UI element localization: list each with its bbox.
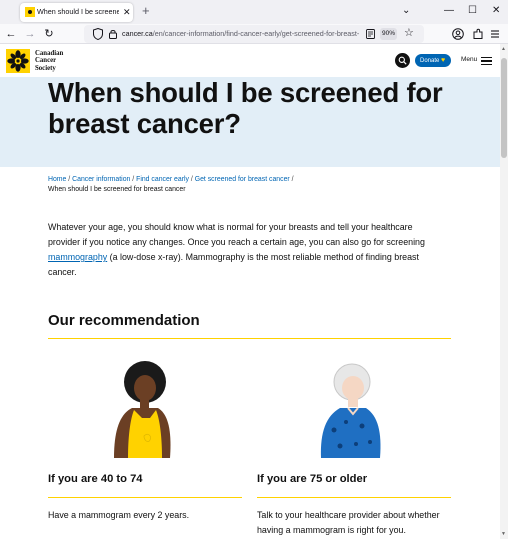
extensions-icon[interactable]: [472, 28, 484, 40]
app-menu-icon[interactable]: [490, 29, 500, 39]
logo-word: Cancer: [35, 57, 57, 65]
new-tab-button[interactable]: +: [142, 4, 150, 18]
page-title-line: When should I be screened for: [48, 77, 443, 108]
page-title-line: breast cancer?: [48, 108, 241, 139]
tab-close-icon[interactable]: ✕: [123, 6, 131, 18]
breadcrumb-link-get-screened[interactable]: Get screened for breast cancer: [195, 176, 290, 183]
page-title: When should I be screened for breast can…: [48, 77, 468, 139]
donate-label: Donate: [420, 58, 440, 64]
bookmark-star-icon[interactable]: ☆: [404, 27, 414, 40]
page-content: Canadian Cancer Society Donate ♥ Menu Wh…: [0, 44, 500, 539]
reload-button[interactable]: ↻: [41, 26, 57, 42]
minimize-button[interactable]: —: [444, 4, 454, 18]
url-text[interactable]: cancer.ca/en/cancer-information/find-can…: [122, 29, 363, 38]
breadcrumb-link-cancer-information[interactable]: Cancer information: [72, 176, 130, 183]
breadcrumb: Home / Cancer information / Find cancer …: [48, 175, 468, 195]
tab-strip: When should I be screened for ✕ + ⌄ — ☐ …: [0, 0, 508, 24]
navigation-toolbar: ← → ↻ cancer.ca/en/cancer-information/fi…: [0, 24, 508, 44]
search-icon: [398, 56, 407, 65]
back-button[interactable]: ←: [3, 26, 19, 42]
tab-active[interactable]: When should I be screened for ✕: [20, 3, 133, 22]
card-text-40-to-74: Have a mammogram every 2 years.: [48, 510, 190, 520]
card-divider: [257, 497, 451, 498]
lock-icon[interactable]: [109, 29, 117, 39]
breadcrumb-link-find-cancer-early[interactable]: Find cancer early: [136, 176, 189, 183]
maximize-button[interactable]: ☐: [468, 4, 477, 18]
section-title: Our recommendation: [48, 312, 200, 329]
card-title-40-to-74: If you are 40 to 74: [48, 473, 143, 485]
reader-view-icon[interactable]: [366, 29, 375, 39]
woman-75-or-older-illustration: [320, 363, 381, 458]
url-bar[interactable]: cancer.ca/en/cancer-information/find-can…: [84, 25, 424, 43]
logo-word: Society: [35, 64, 56, 72]
woman-40-to-74-illustration: [114, 361, 171, 458]
breadcrumb-current: When should I be screened for breast can…: [48, 186, 186, 193]
daffodil-logo-icon[interactable]: [6, 49, 30, 73]
breadcrumb-separator: /: [289, 176, 294, 183]
account-icon[interactable]: [452, 28, 464, 40]
tab-list-dropdown-icon[interactable]: ⌄: [402, 4, 410, 18]
section-divider: [48, 338, 451, 339]
browser-window: When should I be screened for ✕ + ⌄ — ☐ …: [0, 0, 508, 539]
close-window-button[interactable]: ✕: [492, 4, 500, 18]
logo-wordmark[interactable]: Canadian Cancer Society: [35, 50, 63, 72]
donate-button[interactable]: Donate ♥: [415, 54, 451, 67]
page-scrollbar[interactable]: ▲ ▼: [500, 44, 508, 539]
scroll-up-arrow-icon[interactable]: ▲: [501, 46, 506, 52]
breadcrumb-link-home[interactable]: Home: [48, 176, 66, 183]
tab-title: When should I be screened for: [37, 7, 119, 16]
zoom-level-button[interactable]: 90%: [380, 28, 397, 40]
url-path: /en/cancer-information/find-cancer-early…: [152, 29, 360, 38]
intro-text: Whatever your age, you should know what …: [48, 222, 425, 247]
url-host: cancer.ca: [122, 29, 153, 38]
favicon-icon: [25, 7, 35, 17]
scroll-down-arrow-icon[interactable]: ▼: [501, 531, 506, 537]
card-divider: [48, 497, 242, 498]
intro-paragraph: Whatever your age, you should know what …: [48, 220, 438, 280]
site-header: Canadian Cancer Society Donate ♥ Menu: [0, 44, 500, 77]
hamburger-menu-icon[interactable]: [481, 57, 492, 66]
logo-word: Canadian: [35, 50, 64, 57]
scrollbar-thumb[interactable]: [501, 58, 507, 158]
card-title-75-or-older: If you are 75 or older: [257, 473, 368, 485]
site-search-button[interactable]: [395, 53, 410, 68]
hero-banner: When should I be screened for breast can…: [0, 77, 500, 167]
forward-button[interactable]: →: [22, 26, 38, 42]
mammography-link[interactable]: mammography: [48, 252, 107, 262]
tracking-protection-icon[interactable]: [93, 28, 103, 40]
menu-label[interactable]: Menu: [461, 56, 477, 63]
heart-icon: ♥: [441, 57, 446, 64]
card-text-75-or-older: Talk to your healthcare provider about w…: [257, 510, 440, 535]
